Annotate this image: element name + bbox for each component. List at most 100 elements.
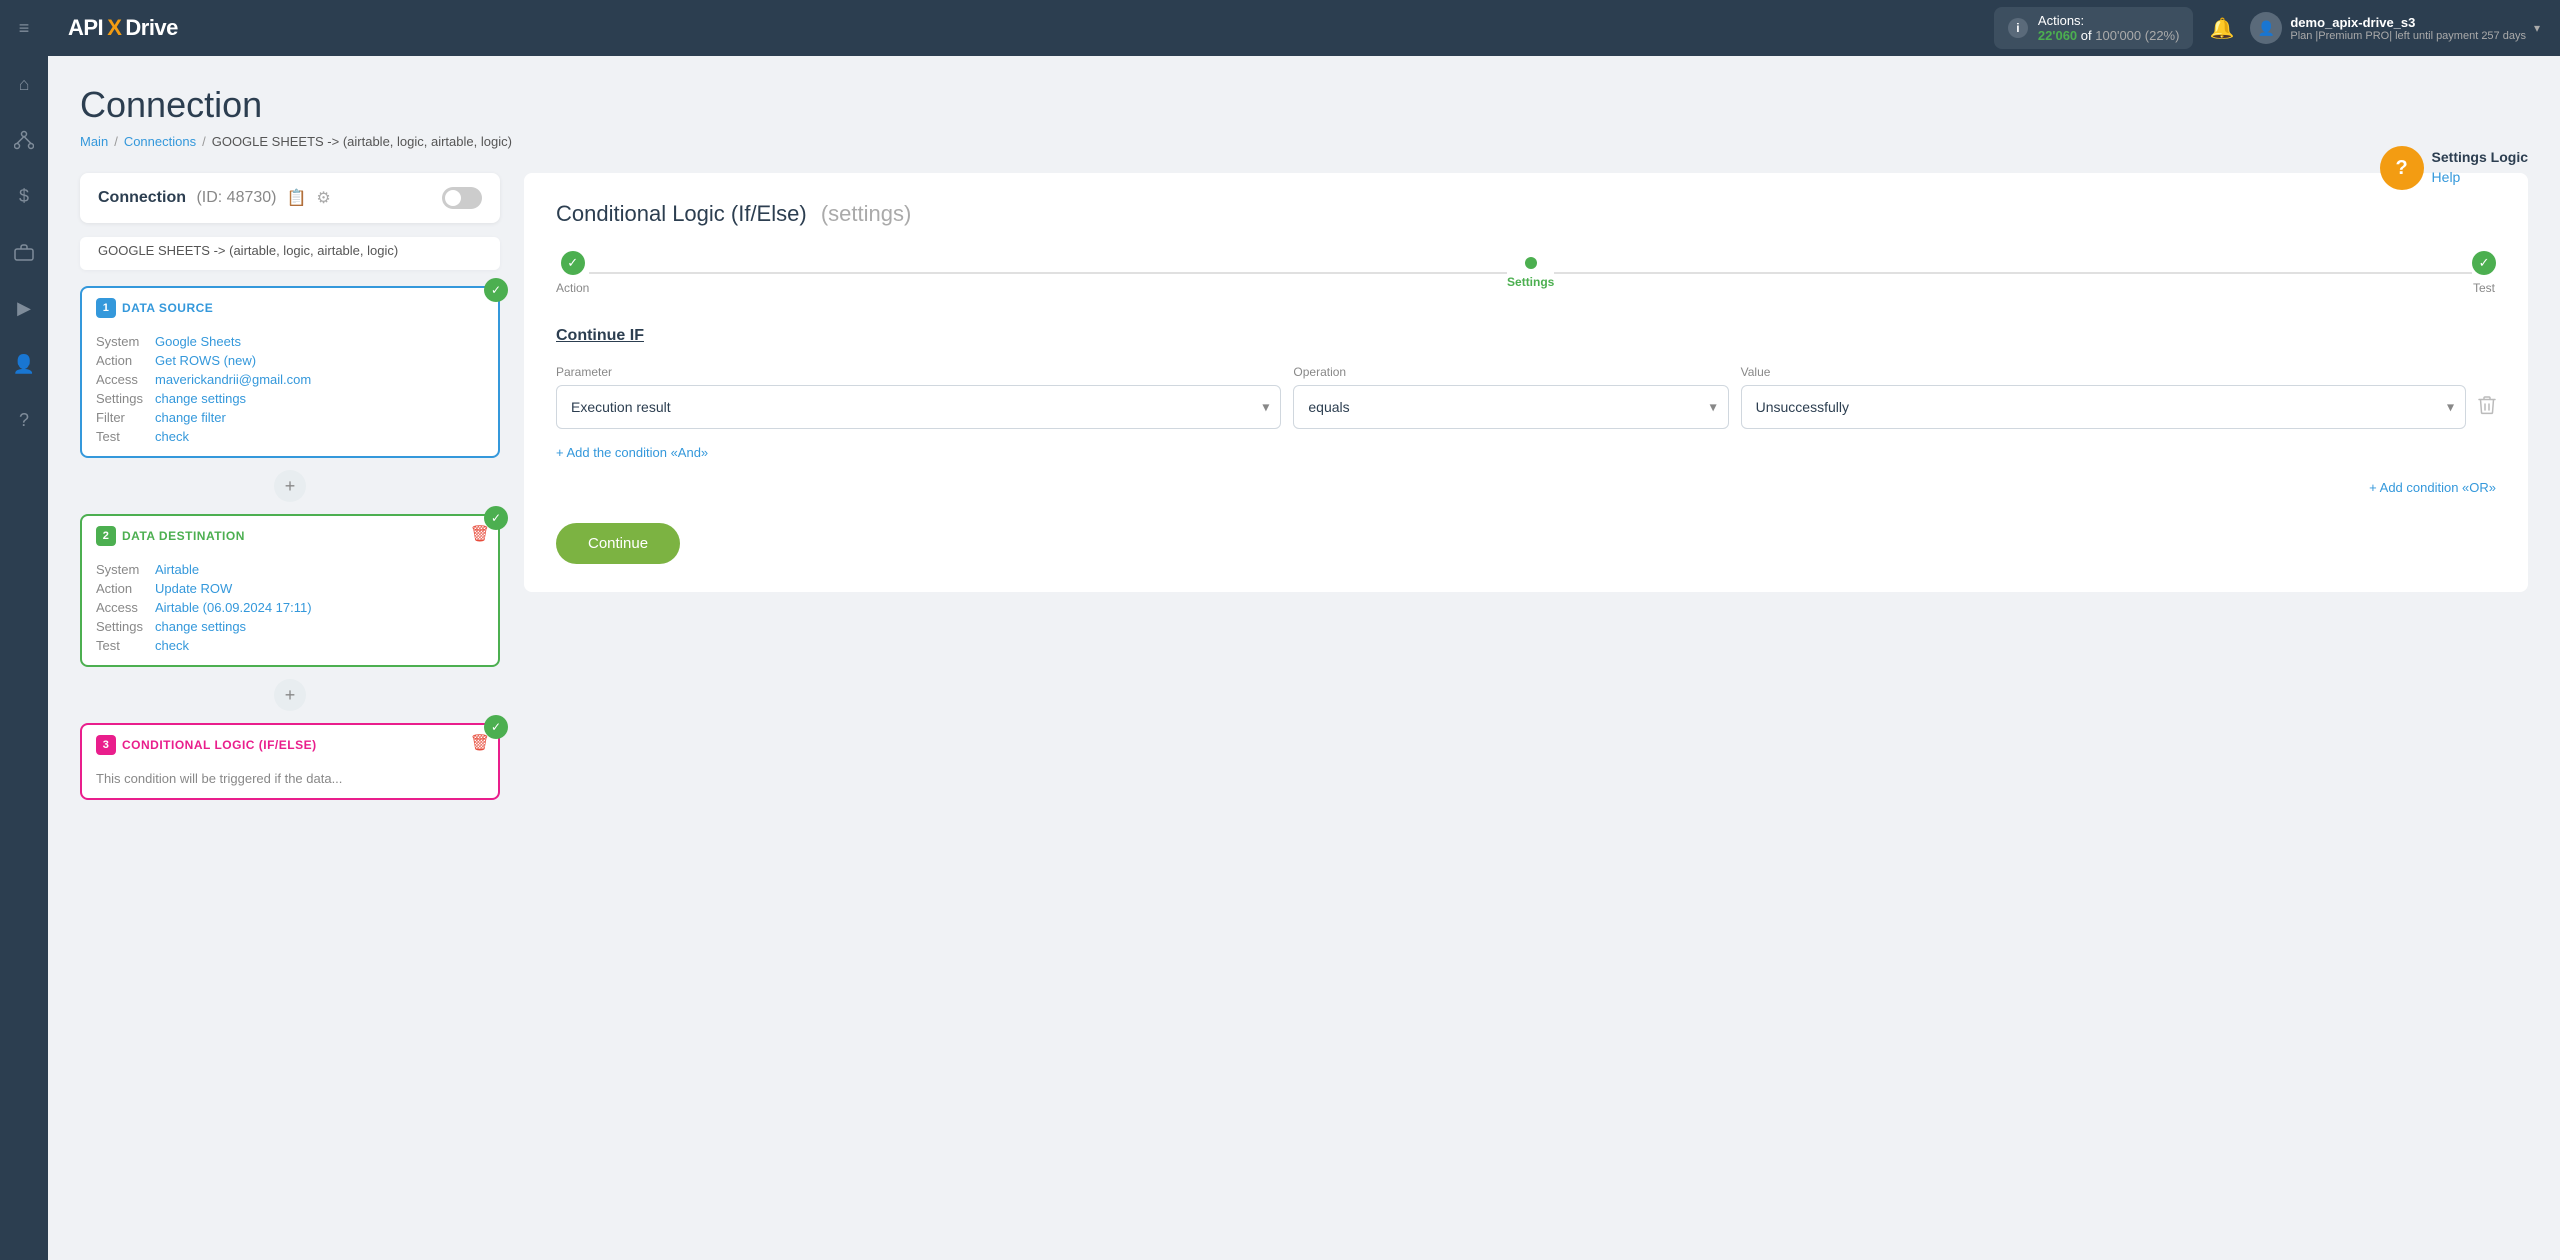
topnav: API X Drive i Actions: 22'060 of 100'000… [48, 0, 2560, 56]
conditional-logic-title: Conditional Logic (If/Else) (settings) [556, 201, 2496, 227]
conditional-logic-header: 3 CONDITIONAL LOGIC (IF/ELSE) [82, 725, 498, 765]
add-between-2-3[interactable]: + [274, 679, 306, 711]
continue-if-title: Continue IF [556, 327, 2496, 345]
sidebar-home-icon[interactable]: ⌂ [8, 68, 40, 100]
help-link[interactable]: Help [2432, 168, 2528, 188]
user-menu[interactable]: 👤 demo_apix-drive_s3 Plan |Premium PRO| … [2250, 12, 2540, 44]
help-circle-icon: ? [2380, 146, 2424, 190]
operation-select-wrapper: equals [1293, 385, 1728, 429]
value-label: Value [1741, 365, 2466, 379]
data-destination-num: 2 [96, 526, 116, 546]
parameter-group: Parameter Execution result [556, 365, 1281, 429]
sidebar: ≡ ⌂ $ ▶ 👤 ? [0, 0, 48, 1260]
help-button[interactable]: ? Settings Logic Help [2380, 146, 2528, 190]
dd-test-label: Test [96, 638, 143, 653]
copy-icon[interactable]: 📋 [287, 188, 307, 208]
parameter-select[interactable]: Execution result [556, 385, 1281, 429]
operation-select[interactable]: equals [1293, 385, 1728, 429]
add-and-condition-button[interactable]: + Add the condition «And» [556, 445, 2496, 460]
continue-button[interactable]: Continue [556, 523, 680, 564]
conditional-logic-subtitle: This condition will be triggered if the … [82, 765, 498, 798]
sidebar-menu-icon[interactable]: ≡ [8, 12, 40, 44]
breadcrumb: Main / Connections / GOOGLE SHEETS -> (a… [80, 134, 2528, 149]
add-or-condition-button[interactable]: + Add condition «OR» [556, 480, 2496, 495]
data-destination-card: ✓ 🗑 2 DATA DESTINATION System Airtable A… [80, 514, 500, 667]
ds-filter-label: Filter [96, 410, 143, 425]
step-action: ✓ Action [556, 251, 589, 295]
dd-system-label: System [96, 562, 143, 577]
dd-system-value[interactable]: Airtable [155, 562, 484, 577]
breadcrumb-sep1: / [114, 134, 118, 149]
steps-bar: ✓ Action Settings ✓ Test [556, 251, 2496, 295]
value-select-wrapper: Unsuccessfully [1741, 385, 2466, 429]
conn-title-text: Connection [98, 189, 186, 206]
step-action-circle: ✓ [561, 251, 585, 275]
settings-icon[interactable]: ⚙ [316, 188, 330, 208]
breadcrumb-sep2: / [202, 134, 206, 149]
actions-total: 100'000 [2095, 28, 2141, 43]
dd-access-value[interactable]: Airtable (06.09.2024 17:11) [155, 600, 484, 615]
cond-settings-paren: (settings) [821, 201, 911, 226]
sidebar-help-icon[interactable]: ? [8, 404, 40, 436]
user-name: demo_apix-drive_s3 [2290, 15, 2526, 30]
delete-destination-button[interactable]: 🗑 [470, 524, 490, 544]
bell-icon[interactable]: 🔔 [2209, 16, 2234, 41]
data-destination-rows: System Airtable Action Update ROW Access… [82, 556, 498, 665]
chevron-down-icon: ▾ [2534, 21, 2540, 35]
ds-settings-value[interactable]: change settings [155, 391, 484, 406]
left-panel: Connection (ID: 48730) 📋 ⚙ GOOGLE SHEETS… [80, 173, 500, 812]
sidebar-user-icon[interactable]: 👤 [8, 348, 40, 380]
sidebar-briefcase-icon[interactable] [8, 236, 40, 268]
breadcrumb-connections[interactable]: Connections [124, 134, 196, 149]
user-plan: Plan |Premium PRO| left until payment 25… [2290, 30, 2526, 42]
breadcrumb-main[interactable]: Main [80, 134, 108, 149]
step-line-2 [1554, 272, 2472, 274]
ds-access-value[interactable]: maverickandrii@gmail.com [155, 372, 484, 387]
ds-action-value[interactable]: Get ROWS (new) [155, 353, 484, 368]
delete-conditional-button[interactable]: 🗑 [470, 733, 490, 753]
avatar: 👤 [2250, 12, 2282, 44]
logo-drive: Drive [125, 15, 178, 41]
step-test: ✓ Test [2472, 251, 2496, 295]
data-source-label: DATA SOURCE [122, 301, 213, 315]
sidebar-network-icon[interactable] [8, 124, 40, 156]
conditional-logic-subtitle-text: This condition will be triggered if the … [96, 771, 342, 786]
ds-test-label: Test [96, 429, 143, 444]
data-destination-header: 2 DATA DESTINATION [82, 516, 498, 556]
operation-group: Operation equals [1293, 365, 1728, 429]
sidebar-play-icon[interactable]: ▶ [8, 292, 40, 324]
parameter-label: Parameter [556, 365, 1281, 379]
sidebar-dollar-icon[interactable]: $ [8, 180, 40, 212]
dd-test-value[interactable]: check [155, 638, 484, 653]
page-content: ? Settings Logic Help Connection Main / … [48, 56, 2560, 1260]
step-action-label: Action [556, 281, 589, 295]
connection-toggle[interactable] [442, 187, 482, 209]
add-between-1-2[interactable]: + [274, 470, 306, 502]
data-source-rows: System Google Sheets Action Get ROWS (ne… [82, 328, 498, 456]
ds-system-value[interactable]: Google Sheets [155, 334, 484, 349]
page-title: Connection [80, 84, 2528, 126]
step-settings-circle [1525, 257, 1537, 269]
delete-condition-button[interactable] [2478, 395, 2496, 420]
value-select[interactable]: Unsuccessfully [1741, 385, 2466, 429]
help-settings-logic: Settings Logic [2432, 148, 2528, 168]
help-text: Settings Logic Help [2432, 148, 2528, 187]
ds-test-value[interactable]: check [155, 429, 484, 444]
dd-settings-value[interactable]: change settings [155, 619, 484, 634]
actions-label: Actions: [2038, 13, 2084, 28]
user-info: demo_apix-drive_s3 Plan |Premium PRO| le… [2290, 15, 2526, 42]
condition-row: Parameter Execution result Operation e [556, 365, 2496, 429]
logo: API X Drive [68, 15, 178, 41]
step-settings: Settings [1507, 257, 1554, 289]
actions-badge: i Actions: 22'060 of 100'000 (22%) [1994, 7, 2194, 49]
actions-count: 22'060 [2038, 28, 2077, 43]
conditional-logic-label: CONDITIONAL LOGIC (IF/ELSE) [122, 738, 317, 752]
ds-system-label: System [96, 334, 143, 349]
connection-title: Connection (ID: 48730) [98, 189, 277, 207]
step-test-circle: ✓ [2472, 251, 2496, 275]
dd-action-value[interactable]: Update ROW [155, 581, 484, 596]
actions-of: of [2081, 28, 2092, 43]
ds-filter-value[interactable]: change filter [155, 410, 484, 425]
dd-access-label: Access [96, 600, 143, 615]
step-test-label: Test [2473, 281, 2495, 295]
